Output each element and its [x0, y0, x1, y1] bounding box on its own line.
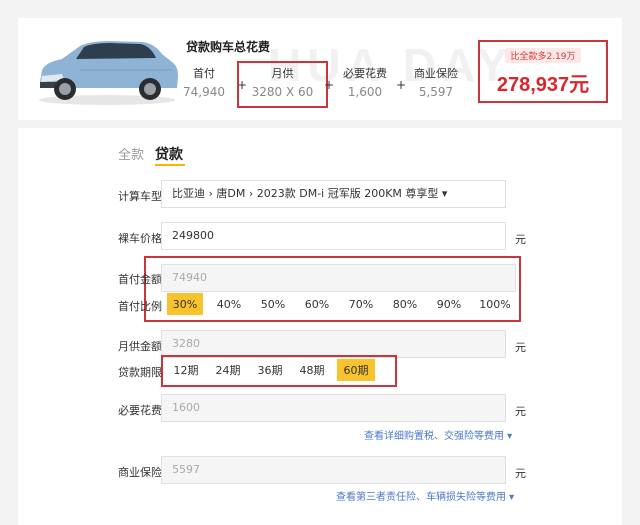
- car-price-label: 裸车价格: [118, 232, 162, 245]
- down-ratio-label: 首付比例: [118, 300, 162, 313]
- required-unit: 元: [515, 405, 526, 418]
- tab-loan[interactable]: 贷款: [155, 144, 183, 164]
- down-ratio-option[interactable]: 100%: [475, 293, 515, 315]
- insurance-label: 商业保险: [118, 466, 162, 479]
- insurance-summary: 商业保险 5,597: [408, 67, 464, 100]
- extra-cost-badge: 比全款多2.19万: [505, 48, 581, 63]
- car-price-unit: 元: [515, 233, 526, 246]
- monthly-input[interactable]: 3280: [161, 330, 506, 358]
- down-ratio-options: 30% 40% 50% 60% 70% 80% 90% 100%: [167, 293, 515, 315]
- total-cost-box: 比全款多2.19万 278,937元: [478, 40, 608, 103]
- plus-sign: +: [324, 78, 335, 92]
- active-tab-indicator: [155, 164, 185, 166]
- car-image: [39, 41, 178, 105]
- down-payment-input[interactable]: 74940: [161, 264, 516, 292]
- monthly-label: 月供金额: [118, 340, 162, 353]
- tab-full-payment[interactable]: 全款: [118, 144, 144, 163]
- down-payment-summary: 首付 74,940: [179, 67, 229, 100]
- car-model-label: 计算车型: [118, 190, 162, 203]
- monthly-unit: 元: [515, 341, 526, 354]
- down-ratio-option[interactable]: 60%: [299, 293, 335, 315]
- down-payment-summary-value: 74,940: [183, 85, 225, 99]
- down-payment-label: 首付金额: [118, 273, 162, 286]
- term-option[interactable]: 60期: [337, 359, 375, 381]
- term-option[interactable]: 12期: [169, 359, 203, 381]
- insurance-details-link[interactable]: 查看第三者责任险、车辆损失险等费用 ▾: [336, 488, 514, 503]
- term-option[interactable]: 48期: [295, 359, 329, 381]
- down-ratio-option[interactable]: 30%: [167, 293, 203, 315]
- car-price-input[interactable]: 249800: [161, 222, 506, 250]
- monthly-highlight-frame: [237, 61, 328, 108]
- required-summary: 必要花费 1,600: [337, 67, 393, 100]
- summary-title: 贷款购车总花费: [186, 40, 271, 54]
- term-option[interactable]: 36期: [253, 359, 287, 381]
- down-ratio-option[interactable]: 70%: [343, 293, 379, 315]
- term-option[interactable]: 24期: [211, 359, 245, 381]
- required-summary-value: 1,600: [347, 85, 383, 99]
- required-input[interactable]: 1600: [161, 394, 506, 422]
- required-details-link[interactable]: 查看详细购置税、交强险等费用 ▾: [364, 427, 512, 442]
- insurance-input[interactable]: 5597: [161, 456, 506, 484]
- required-label: 必要花费: [118, 404, 162, 417]
- total-cost-value: 278,937元: [496, 74, 590, 96]
- down-ratio-option[interactable]: 90%: [431, 293, 467, 315]
- down-ratio-option[interactable]: 80%: [387, 293, 423, 315]
- plus-sign: +: [396, 78, 407, 92]
- loan-calculator-form: 全款 贷款 计算车型 比亚迪 › 唐DM › 2023款 DM-i 冠军版 20…: [18, 128, 622, 525]
- term-label: 贷款期限: [118, 366, 162, 379]
- insurance-unit: 元: [515, 467, 526, 480]
- car-model-select[interactable]: 比亚迪 › 唐DM › 2023款 DM-i 冠军版 200KM 尊享型 ▾: [161, 180, 506, 208]
- down-ratio-option[interactable]: 50%: [255, 293, 291, 315]
- down-payment-summary-label: 首付: [193, 67, 215, 80]
- insurance-summary-label: 商业保险: [414, 67, 458, 80]
- term-options: 12期 24期 36期 48期 60期: [169, 359, 375, 381]
- down-ratio-option[interactable]: 40%: [211, 293, 247, 315]
- insurance-summary-value: 5,597: [418, 85, 454, 99]
- cost-summary-card: HUA DAY 贷款购车总花费 首付 74,940 + 月供 3280 X 60…: [18, 18, 622, 120]
- required-summary-label: 必要花费: [343, 67, 387, 80]
